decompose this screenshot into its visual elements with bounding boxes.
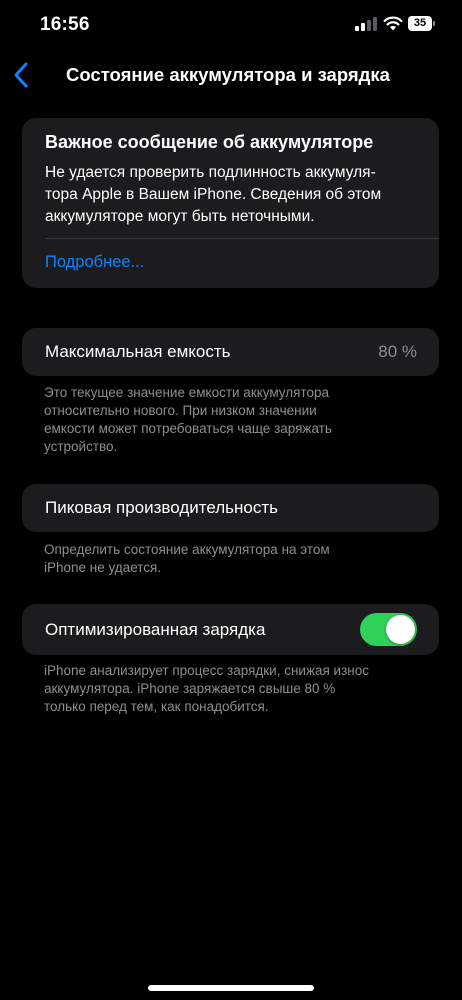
message-line: аккумуляторе могут быть неточными. xyxy=(45,208,315,225)
optimized-charging-row: Оптимизированная зарядка xyxy=(22,604,439,655)
status-time: 16:56 xyxy=(40,14,90,35)
signal-icon xyxy=(355,17,377,31)
footnote-line: iPhone анализирует процесс зарядки, сниж… xyxy=(44,663,370,678)
divider xyxy=(45,238,439,239)
wifi-icon xyxy=(383,16,403,31)
battery-level: 35 xyxy=(408,16,432,31)
max-capacity-value: 80 % xyxy=(378,342,417,361)
message-title: Важное сообщение об аккумуляторе xyxy=(45,132,374,152)
important-message-card: Важное сообщение об аккумуляторе Не удае… xyxy=(22,118,439,288)
message-text: Не удается проверить подлинность аккумул… xyxy=(45,162,425,228)
message-line: Не удается проверить подлинность аккумул… xyxy=(45,164,376,181)
max-capacity-label: Максимальная емкость xyxy=(45,342,231,361)
peak-performance-footnote: Определить состояние аккумулятора на это… xyxy=(44,541,414,577)
footnote-line: устройство. xyxy=(44,439,118,454)
optimized-charging-label: Оптимизированная зарядка xyxy=(45,620,266,639)
footnote-line: Определить состояние аккумулятора на это… xyxy=(44,542,330,557)
optimized-charging-toggle[interactable] xyxy=(360,613,417,646)
battery-tip xyxy=(433,21,435,26)
optimized-charging-footnote: iPhone анализирует процесс зарядки, сниж… xyxy=(44,662,414,716)
footnote-line: только перед тем, как понадобится. xyxy=(44,699,269,714)
footnote-line: iPhone не удается. xyxy=(44,560,162,575)
peak-performance-label: Пиковая производительность xyxy=(45,498,279,517)
message-line: тора Apple в Вашем iPhone. Сведения об э… xyxy=(45,186,382,203)
peak-performance-row: Пиковая производительность xyxy=(22,484,439,532)
footnote-line: емкости может потребоваться чаще заряжат… xyxy=(44,421,332,436)
max-capacity-row: Максимальная емкость 80 % xyxy=(22,328,439,376)
battery-icon: 35 xyxy=(408,16,436,31)
max-capacity-footnote: Это текущее значение емкости аккумулятор… xyxy=(44,384,414,456)
toggle-knob xyxy=(386,615,415,644)
home-indicator[interactable] xyxy=(148,985,314,991)
navigation-bar: Состояние аккумулятора и зарядка xyxy=(0,56,462,96)
back-chevron-icon[interactable] xyxy=(12,60,32,90)
footnote-line: аккумулятора. iPhone заряжается свыше 80… xyxy=(44,681,336,696)
learn-more-link[interactable]: Подробнее... xyxy=(45,253,144,272)
status-bar: 16:56 35 xyxy=(0,0,462,50)
page-title: Состояние аккумулятора и зарядка xyxy=(66,64,390,85)
footnote-line: относительно нового. При низком значении xyxy=(44,403,317,418)
footnote-line: Это текущее значение емкости аккумулятор… xyxy=(44,385,329,400)
